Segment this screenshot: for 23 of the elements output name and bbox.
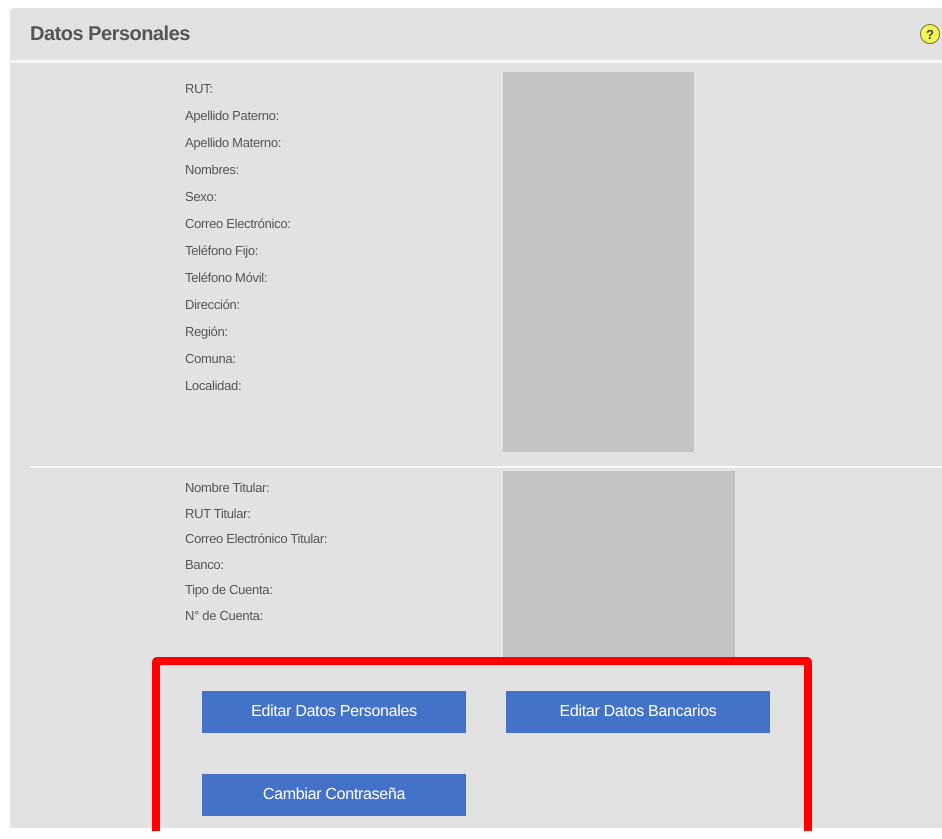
field-label: Tipo de Cuenta: xyxy=(185,581,274,599)
field-label: Sexo: xyxy=(185,188,218,206)
field-label: Dirección: xyxy=(185,296,241,314)
field-label: Correo Electrónico: xyxy=(185,215,292,233)
field-label: Apellido Paterno: xyxy=(185,107,280,125)
field-label: Comuna: xyxy=(185,350,237,368)
field-label: Región: xyxy=(185,323,229,341)
field-label: Nombre Titular: xyxy=(185,479,270,497)
field-label: N° de Cuenta: xyxy=(185,606,264,624)
field-label: Teléfono Móvil: xyxy=(185,269,268,287)
field-label: RUT Titular: xyxy=(185,504,252,522)
panel-title: Datos Personales xyxy=(30,22,190,46)
field-label: Correo Electrónico Titular: xyxy=(185,530,328,548)
help-icon[interactable]: ? xyxy=(920,24,940,44)
action-button[interactable]: Editar Datos Personales xyxy=(202,691,466,733)
field-label: Teléfono Fijo: xyxy=(185,242,260,260)
field-label: Apellido Materno: xyxy=(185,134,282,152)
action-button[interactable]: Cambiar Contraseña xyxy=(202,774,466,816)
field-label: Nombres: xyxy=(185,161,240,179)
action-button[interactable]: Editar Datos Bancarios xyxy=(506,691,770,733)
field-label: RUT: xyxy=(185,80,214,98)
field-label: Banco: xyxy=(185,556,225,574)
field-label: Localidad: xyxy=(185,377,242,395)
